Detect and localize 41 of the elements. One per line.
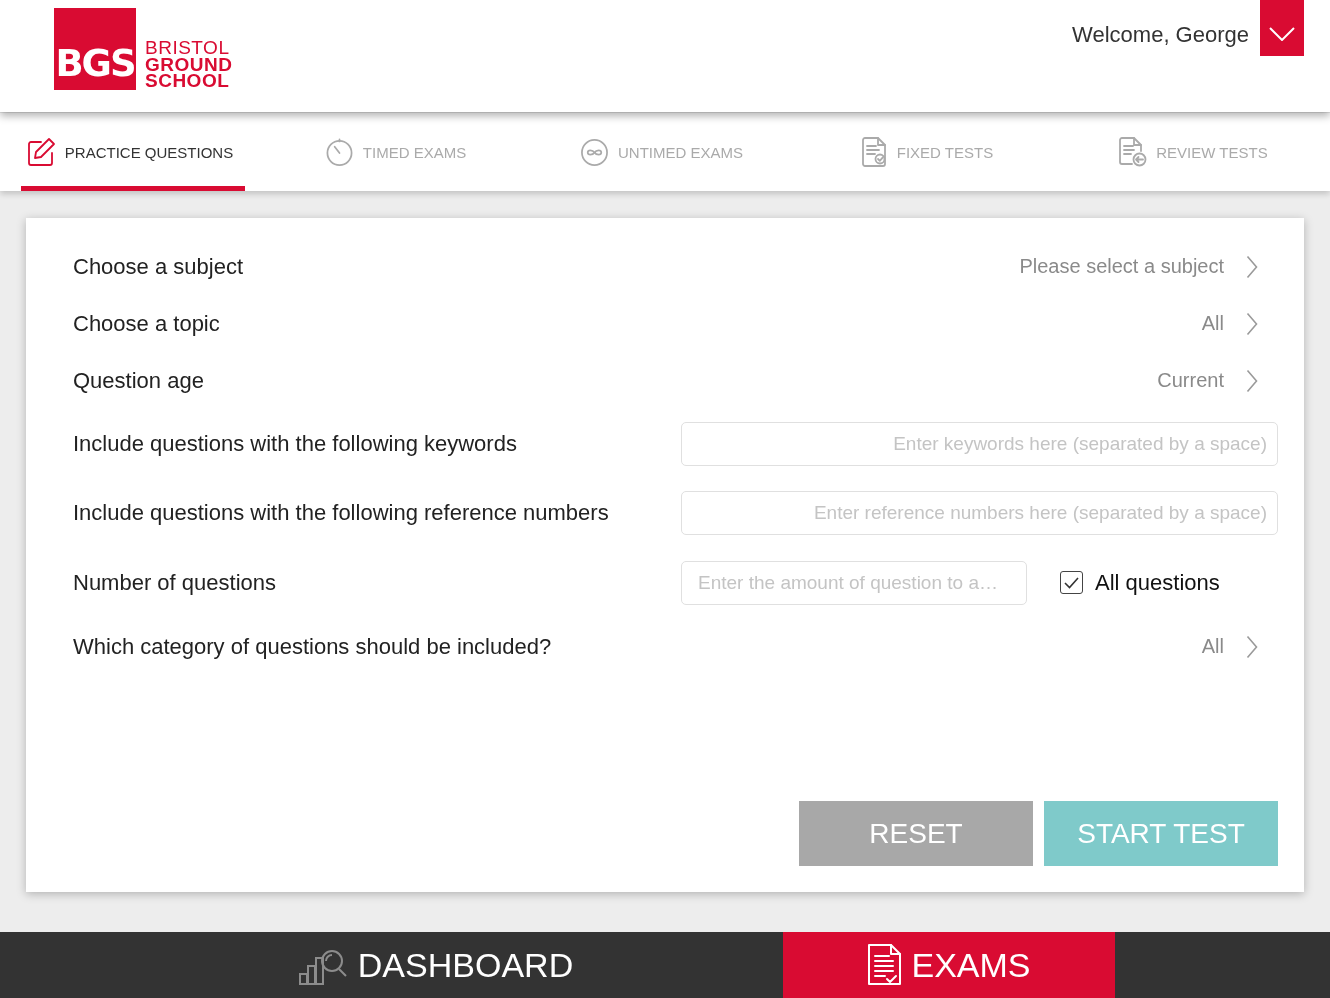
logo-badge: BGS	[54, 8, 136, 90]
checkbox[interactable]	[1060, 571, 1083, 594]
pencil-square-icon	[25, 137, 56, 167]
field-label: Include questions with the following keywords	[73, 430, 517, 457]
tab[interactable]: REVIEW TESTS	[1114, 113, 1280, 191]
chevron-right-icon	[1246, 311, 1258, 336]
document-check-icon	[867, 944, 903, 986]
chevron-right-icon	[1246, 368, 1258, 393]
infinity-circle-icon	[580, 137, 609, 167]
field-label: Which category of questions should be included?	[73, 633, 552, 660]
input-field[interactable]: Enter reference numbers here (separated by a space)	[681, 490, 1278, 535]
select-value[interactable]: Please select a subject	[1019, 254, 1258, 279]
tab[interactable]: UNTIMED EXAMS	[575, 113, 755, 191]
field-label: Choose a subject	[73, 253, 243, 280]
checkbox-label: All questions	[1095, 569, 1220, 596]
welcome-text: Welcome, George	[1072, 22, 1249, 48]
start-test-button[interactable]: START TEST	[1044, 801, 1278, 866]
select-value[interactable]: Current	[1157, 368, 1258, 393]
document-arrow-icon	[1119, 137, 1148, 167]
select-value[interactable]: All	[1201, 311, 1258, 336]
field-label: Question age	[73, 367, 204, 394]
chevron-right-icon	[1246, 254, 1258, 279]
user-menu-button[interactable]	[1260, 0, 1304, 56]
select-value[interactable]: All	[1201, 634, 1258, 659]
check-icon	[1064, 576, 1079, 589]
logo-wordmark: BRISTOL GROUND SCHOOL	[145, 40, 233, 90]
stopwatch-icon	[324, 137, 354, 167]
field-label: Include questions with the following reference numbers	[73, 499, 609, 526]
input-field[interactable]: Enter the amount of question to a…	[681, 560, 1027, 605]
chevron-down-icon	[1269, 27, 1295, 41]
chevron-right-icon	[1246, 634, 1258, 659]
nav-item[interactable]: DASHBOARD	[270, 932, 602, 998]
reset-button[interactable]: RESET	[799, 801, 1033, 866]
field-label: Number of questions	[73, 569, 276, 596]
document-check-icon	[861, 137, 888, 167]
field-label: Choose a topic	[73, 310, 220, 337]
tab[interactable]: PRACTICE QUESTIONS	[20, 113, 246, 191]
tab[interactable]: FIXED TESTS	[856, 113, 1006, 191]
nav-item[interactable]: EXAMS	[783, 932, 1115, 998]
tab[interactable]: TIMED EXAMS	[319, 113, 479, 191]
input-field[interactable]: Enter keywords here (separated by a space)	[681, 421, 1278, 466]
